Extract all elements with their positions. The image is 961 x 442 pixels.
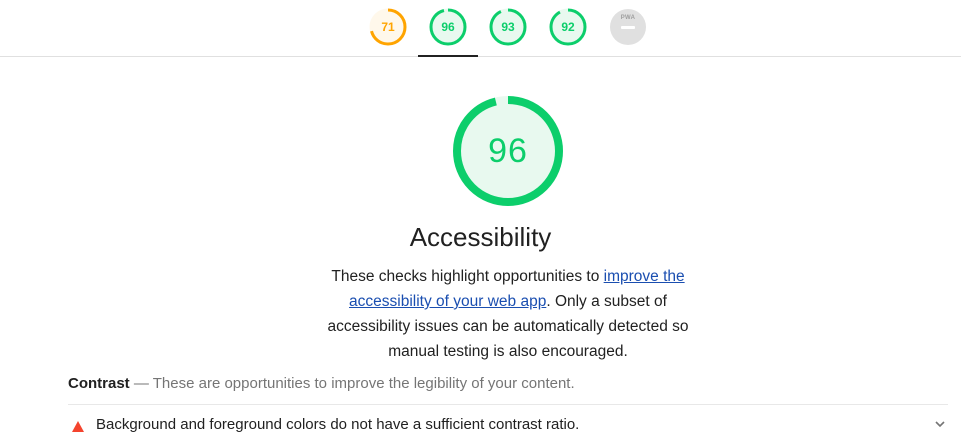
active-tab-indicator — [418, 55, 478, 57]
accessibility-score-gauge: 96 — [452, 95, 564, 207]
warning-triangle-icon — [72, 421, 84, 432]
best-practices-gauge[interactable]: 93 — [489, 8, 527, 46]
accessibility-gauge[interactable]: 96 — [429, 8, 467, 46]
chevron-down-icon[interactable] — [932, 416, 948, 432]
audit-group-header: Contrast — These are opportunities to im… — [68, 374, 948, 394]
gauge-score: 92 — [561, 20, 575, 34]
score-value: 96 — [488, 132, 528, 170]
pwa-label: PWA — [620, 15, 636, 21]
audit-title: Background and foreground colors do not … — [96, 416, 580, 433]
category-gauges-bar: 71 96 93 92 PWA — [0, 0, 961, 57]
group-separator: — — [129, 375, 153, 392]
gauge-score: 71 — [381, 20, 395, 34]
group-description: These are opportunities to improve the l… — [152, 375, 575, 392]
pwa-icon: PWA — [609, 8, 647, 46]
seo-gauge[interactable]: 92 — [549, 8, 587, 46]
audit-item-color-contrast[interactable]: Background and foreground colors do not … — [68, 414, 948, 438]
divider — [68, 404, 948, 405]
category-title: Accessibility — [409, 222, 552, 252]
category-description: These checks highlight opportunities to … — [318, 264, 698, 364]
gauge-score: 93 — [501, 20, 515, 34]
pwa-badge[interactable]: PWA — [609, 8, 647, 46]
performance-gauge[interactable]: 71 — [369, 8, 407, 46]
pwa-dash — [621, 26, 635, 29]
description-text: These checks highlight opportunities to — [331, 268, 604, 285]
gauge-score: 96 — [441, 20, 455, 34]
group-title: Contrast — [68, 375, 130, 392]
